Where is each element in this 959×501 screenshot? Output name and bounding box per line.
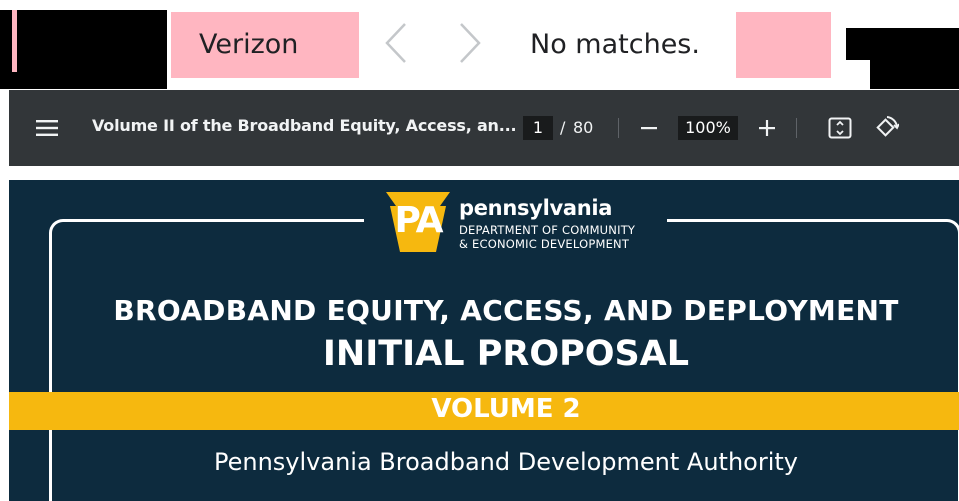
black-region-left [0,10,167,89]
menu-button[interactable] [33,114,61,142]
volume-label: VOLUME 2 [431,394,581,424]
hamburger-menu-icon [36,120,58,136]
page-number-input[interactable]: 1 [523,116,553,140]
find-next-button[interactable] [450,20,490,66]
document-headline: BROADBAND EQUITY, ACCESS, AND DEPLOYMENT [113,294,899,327]
fit-to-page-button[interactable] [825,113,855,143]
authority-name: Pennsylvania Broadband Development Autho… [213,448,799,476]
department-line-2: & ECONOMIC DEVELOPMENT [459,237,630,251]
pdf-toolbar: Volume II of the Broadband Equity, Acces… [9,90,959,166]
chevron-right-icon [460,23,481,63]
toolbar-divider [618,118,619,138]
highlight-box [736,12,831,78]
logo-mark: PA [394,200,444,241]
document-title: Volume II of the Broadband Equity, Acces… [92,116,517,135]
find-input[interactable]: Verizon [171,12,359,78]
rotate-icon [876,116,899,137]
page-total: 80 [573,118,594,137]
toolbar-divider [796,118,797,138]
zoom-out-button[interactable] [635,114,663,142]
find-match-status: No matches. [530,29,700,60]
brand-name: pennsylvania [459,196,613,220]
zoom-in-button[interactable] [753,114,781,142]
zoom-level-input[interactable]: 100% [678,116,738,140]
rotate-button[interactable] [871,113,901,143]
highlight-sliver [12,10,17,72]
fit-to-page-icon [828,117,852,139]
plus-icon [759,120,775,136]
document-page: PA pennsylvania DEPARTMENT OF COMMUNITY … [9,180,959,501]
minus-icon [641,127,657,130]
white-notch [846,60,870,89]
document-subheadline: INITIAL PROPOSAL [322,334,690,374]
chevron-left-icon [385,23,406,63]
find-previous-button[interactable] [376,20,416,66]
page-separator: / [560,118,566,137]
department-line-1: DEPARTMENT OF COMMUNITY [459,223,636,237]
